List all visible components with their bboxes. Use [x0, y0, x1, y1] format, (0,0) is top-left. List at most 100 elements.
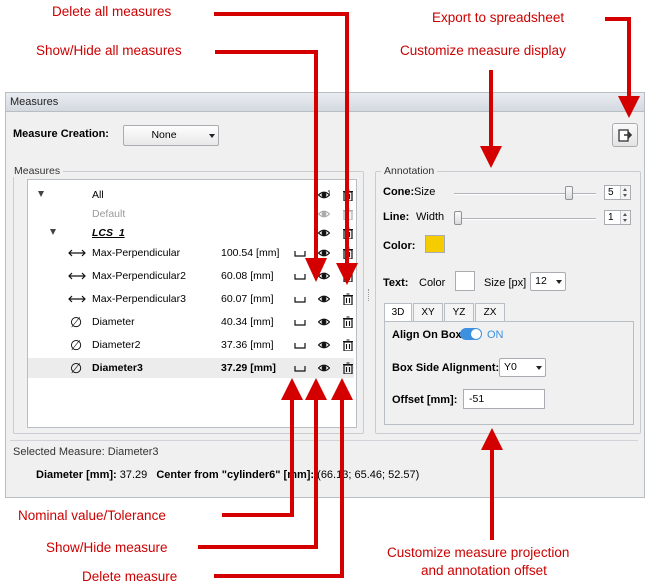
show-hide-lcs-icon[interactable] — [318, 227, 330, 239]
show-hide-default-icon[interactable] — [318, 208, 330, 220]
measure-row-selected[interactable]: ∅ Diameter3 37.29 [mm] — [28, 358, 354, 378]
tab-xy[interactable]: XY — [413, 303, 443, 321]
offset-label: Offset [mm]: — [392, 394, 458, 406]
tab-3d[interactable]: 3D — [384, 303, 412, 322]
show-hide-annotation: Show/Hide measure — [46, 540, 168, 555]
panel-title: Measures — [6, 93, 644, 112]
tab-yz[interactable]: YZ — [444, 303, 474, 321]
tree-row-lcs[interactable]: LCS_1 — [28, 223, 354, 243]
projection-annotation-line2: and annotation offset — [421, 563, 547, 578]
cone-size-slider[interactable] — [565, 186, 574, 200]
measure-creation-dropdown[interactable]: None — [123, 125, 219, 146]
delete-default-icon[interactable] — [342, 208, 354, 220]
measure-row[interactable]: Max-Perpendicular 100.54 [mm] — [28, 243, 354, 263]
diameter-value: 37.29 — [119, 469, 148, 481]
trash-icon[interactable] — [342, 247, 354, 259]
cone-size-spinbox[interactable]: 5 — [604, 185, 631, 200]
expand-all-icon[interactable] — [38, 191, 44, 197]
default-label: Default — [92, 208, 126, 220]
measure-row[interactable]: ∅ Diameter2 37.36 [mm] — [28, 335, 354, 355]
eye-icon[interactable] — [318, 316, 330, 328]
splitter-handle[interactable] — [368, 289, 372, 301]
eye-icon[interactable] — [318, 247, 330, 259]
customize-display-annotation: Customize measure display — [400, 43, 566, 58]
box-side-alignment-dropdown[interactable]: Y0 — [499, 358, 546, 377]
tree-row-all[interactable]: All — [28, 185, 354, 205]
perpendicular-icon — [68, 249, 86, 257]
measure-value: 37.36 [mm] — [221, 339, 274, 351]
tab-zx[interactable]: ZX — [475, 303, 505, 321]
measures-panel: Measures Measure Creation: None Measures… — [5, 92, 645, 498]
trash-icon[interactable] — [342, 270, 354, 282]
tolerance-icon[interactable] — [294, 362, 306, 374]
measure-row[interactable]: Max-Perpendicular2 60.08 [mm] — [28, 266, 354, 286]
center-label: Center from "cylinder6" [mm]: — [156, 469, 315, 481]
cone-size-track[interactable] — [454, 193, 596, 195]
line-width-value: 1 — [608, 212, 614, 223]
annotation-color-swatch[interactable] — [425, 235, 445, 253]
delete-all-icon[interactable] — [342, 189, 354, 201]
eye-icon[interactable] — [318, 339, 330, 351]
tolerance-icon[interactable] — [294, 339, 306, 351]
measure-name: Max-Perpendicular — [92, 247, 181, 259]
status-divider — [10, 440, 638, 441]
trash-icon[interactable] — [342, 339, 354, 351]
trash-icon[interactable] — [342, 362, 354, 374]
all-label: All — [92, 189, 104, 201]
trash-icon[interactable] — [342, 293, 354, 305]
delete-measure-annotation: Delete measure — [82, 569, 178, 584]
show-hide-all-icon[interactable] — [318, 189, 330, 201]
perpendicular-icon — [68, 295, 86, 303]
measure-creation-label: Measure Creation: — [13, 128, 109, 140]
expand-lcs-icon[interactable] — [50, 229, 56, 235]
spin-arrows-icon[interactable] — [620, 186, 630, 199]
text-color-swatch[interactable] — [455, 271, 475, 291]
tolerance-icon[interactable] — [294, 247, 306, 259]
line-width-slider[interactable] — [454, 211, 462, 225]
export-annotation: Export to spreadsheet — [432, 10, 565, 25]
tree-row-default[interactable]: Default — [28, 204, 354, 224]
cone-size-value: 5 — [608, 187, 614, 198]
spin-arrows-icon[interactable] — [620, 211, 630, 224]
box-side-alignment-value: Y0 — [504, 361, 517, 373]
eye-icon[interactable] — [318, 293, 330, 305]
delete-lcs-icon[interactable] — [342, 227, 354, 239]
align-on-box-toggle[interactable] — [460, 328, 482, 340]
diameter-icon: ∅ — [70, 314, 83, 330]
tolerance-icon[interactable] — [294, 293, 306, 305]
measure-row[interactable]: Max-Perpendicular3 60.07 [mm] — [28, 289, 354, 309]
text-size-dropdown[interactable]: 12 — [530, 272, 566, 291]
text-size-label: Size [px] — [484, 277, 527, 289]
measure-value: 100.54 [mm] — [221, 247, 280, 259]
measure-creation-value: None — [151, 129, 177, 141]
measure-value: 60.08 [mm] — [221, 270, 274, 282]
text-color-label: Color — [419, 277, 446, 289]
tolerance-icon[interactable] — [294, 316, 306, 328]
measure-name: Diameter2 — [92, 339, 141, 351]
offset-input[interactable]: -51 — [463, 389, 545, 409]
projection-tabs: 3D XY YZ ZX Align On Box: ON Box Side Al… — [384, 303, 634, 425]
measures-tree[interactable]: All Default LCS_1 Max-Perpendicular 100.… — [27, 179, 357, 428]
diameter-label: Diameter [mm]: — [36, 469, 117, 481]
measure-name: Max-Perpendicular2 — [92, 270, 186, 282]
align-on-box-state: ON — [487, 329, 504, 341]
perpendicular-icon — [68, 272, 86, 280]
diameter-icon: ∅ — [70, 360, 83, 376]
chevron-down-icon — [556, 280, 562, 284]
line-width-spinbox[interactable]: 1 — [604, 210, 631, 225]
eye-icon[interactable] — [318, 362, 330, 374]
align-on-box-label: Align On Box: — [392, 329, 466, 341]
measure-row[interactable]: ∅ Diameter 40.34 [mm] — [28, 312, 354, 332]
line-width-track[interactable] — [454, 218, 596, 220]
projection-annotation-line1: Customize measure projection — [387, 545, 570, 560]
line-width-label: Width — [416, 211, 445, 223]
selected-measure-label: Selected Measure: Diameter3 — [13, 446, 159, 458]
status-line: Diameter [mm]: 37.29 Center from "cylind… — [36, 469, 419, 481]
center-value: (66.13; 65.46; 52.57) — [317, 469, 420, 481]
measure-value: 40.34 [mm] — [221, 316, 274, 328]
trash-icon[interactable] — [342, 316, 354, 328]
export-spreadsheet-button[interactable] — [612, 123, 638, 147]
tolerance-icon[interactable] — [294, 270, 306, 282]
show-hide-all-annotation: Show/Hide all measures — [36, 43, 182, 58]
eye-icon[interactable] — [318, 270, 330, 282]
